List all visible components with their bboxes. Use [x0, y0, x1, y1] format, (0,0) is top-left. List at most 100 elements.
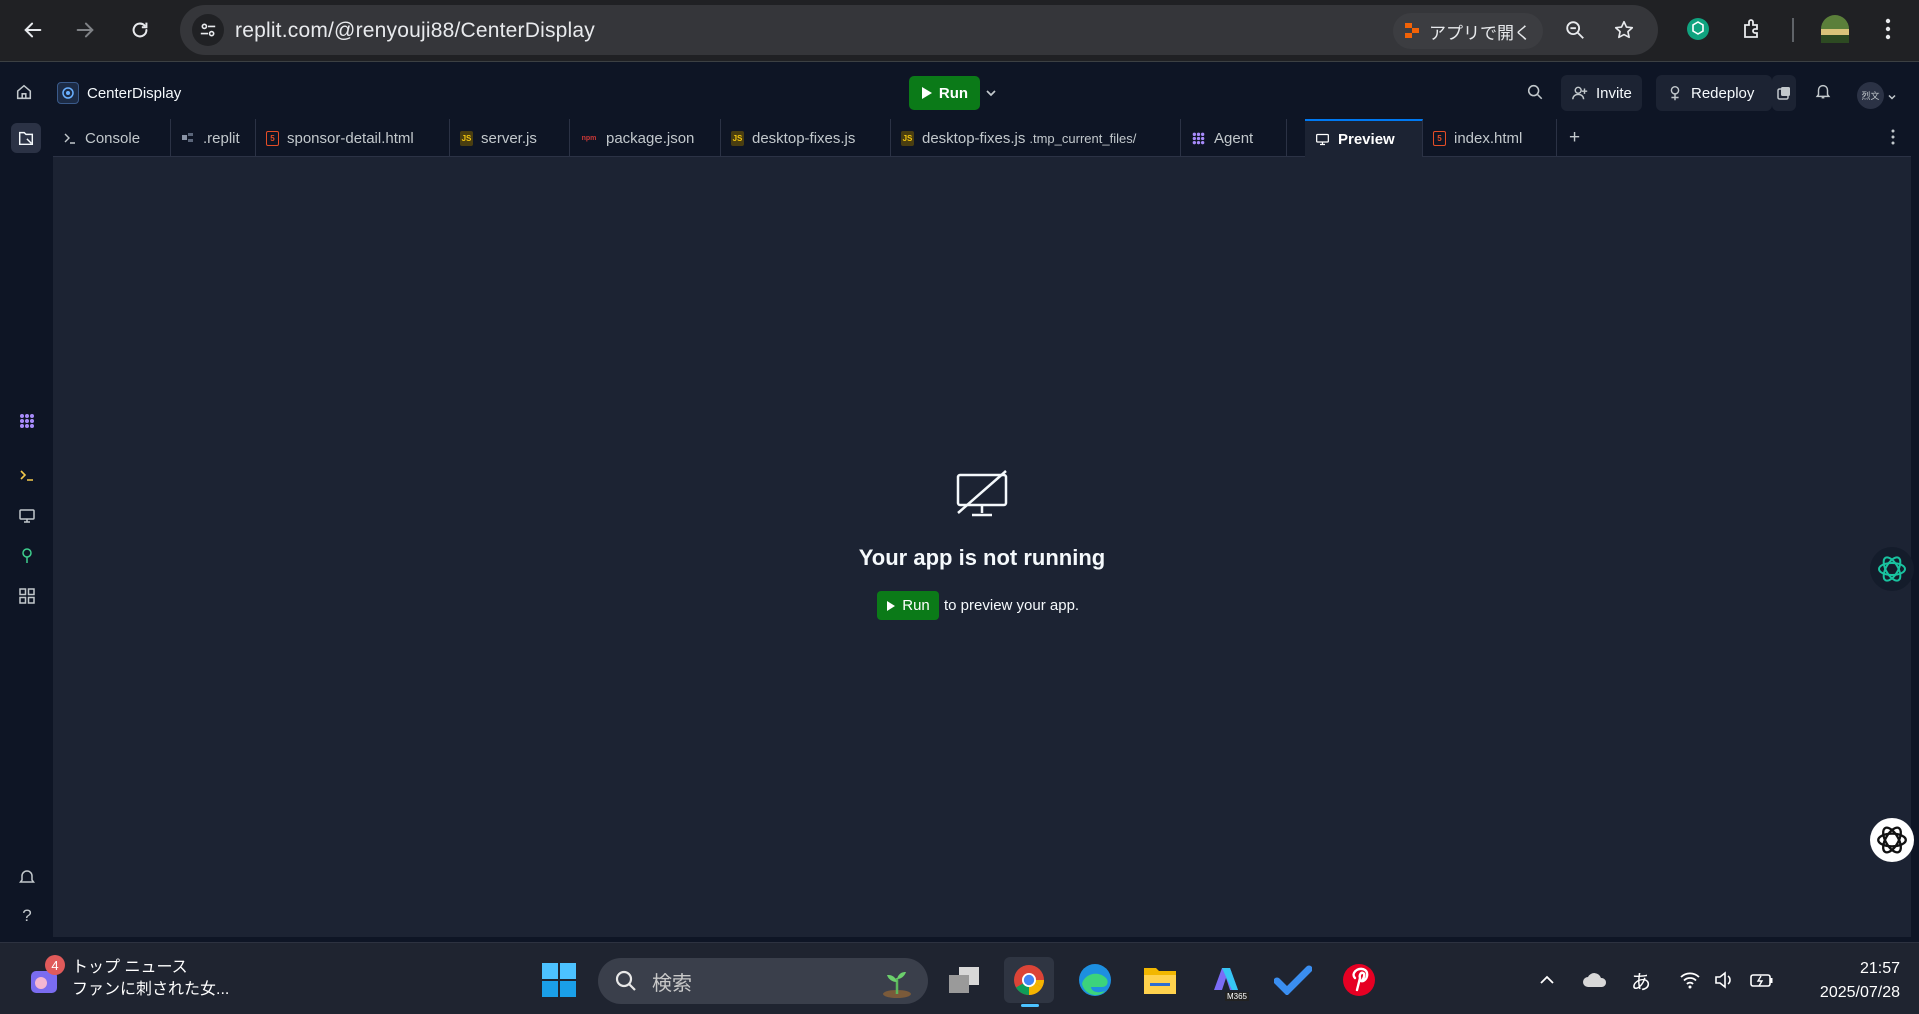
home-button[interactable] — [15, 83, 33, 106]
new-tab-button[interactable]: + — [1569, 127, 1580, 149]
run-button[interactable]: Run — [909, 76, 980, 110]
tab-sponsor-detail[interactable]: 5 sponsor-detail.html — [256, 119, 450, 157]
onedrive-button[interactable] — [1580, 965, 1610, 995]
agent-icon — [20, 414, 34, 428]
replit-logo-icon — [1405, 23, 1419, 38]
account-menu-button[interactable] — [1887, 89, 1897, 107]
browser-toolbar: replit.com/@renyouji88/CenterDisplay アプリ… — [0, 0, 1919, 62]
site-info-button[interactable] — [192, 14, 224, 46]
url-text[interactable]: replit.com/@renyouji88/CenterDisplay — [235, 19, 595, 43]
extensions-button[interactable] — [1738, 14, 1768, 44]
tab-label: desktop-fixes.js — [922, 129, 1026, 147]
deploy-icon — [22, 548, 32, 563]
redeploy-button[interactable]: Redeploy — [1656, 75, 1772, 111]
show-hidden-icons-button[interactable] — [1535, 965, 1559, 995]
browser-menu-button[interactable] — [1873, 14, 1903, 44]
address-bar[interactable]: replit.com/@renyouji88/CenterDisplay アプリ… — [180, 5, 1658, 55]
chatgpt-floating-button[interactable] — [1870, 547, 1914, 591]
project-icon — [57, 82, 79, 104]
tab-preview[interactable]: Preview — [1305, 119, 1423, 157]
workspace-header: CenterDisplay Run Invite Redeploy 烈文 — [0, 62, 1919, 119]
news-title: トップ ニュース — [72, 959, 188, 976]
tab-label: index.html — [1454, 129, 1523, 147]
tab-console[interactable]: Console — [53, 119, 171, 157]
zoom-button[interactable] — [1561, 16, 1589, 44]
tab-label: desktop-fixes.js — [752, 129, 856, 147]
chatgpt-logo-icon — [1878, 556, 1906, 582]
task-view-button[interactable] — [939, 957, 989, 1003]
preview-tool-button[interactable] — [14, 503, 40, 529]
tab-agent[interactable]: Agent — [1181, 119, 1287, 157]
tab-options-button[interactable] — [1891, 129, 1895, 150]
html-file-icon: 5 — [1433, 130, 1446, 146]
puzzle-icon — [1744, 19, 1758, 38]
reload-button[interactable] — [119, 12, 161, 48]
redeploy-label: Redeploy — [1691, 84, 1755, 102]
news-widget[interactable]: 4 トップ ニュース ファンに刺された女... — [28, 955, 230, 1001]
preview-run-button[interactable]: Run — [877, 591, 939, 620]
open-in-app-label: アプリで開く — [1429, 23, 1531, 43]
bell-alert-icon — [19, 870, 35, 883]
tab-server-js[interactable]: JS server.js — [450, 119, 570, 157]
help-button[interactable]: ? — [14, 903, 40, 929]
all-tools-button[interactable] — [14, 583, 40, 609]
ime-mode-button[interactable]: あ — [1628, 965, 1654, 995]
console-icon — [20, 470, 33, 481]
run-label: Run — [938, 84, 969, 102]
clock-date: 2025/07/28 — [1819, 984, 1900, 1001]
project-switcher[interactable]: CenterDisplay — [57, 82, 181, 104]
invite-button[interactable]: Invite — [1561, 75, 1642, 111]
bookmark-button[interactable] — [1610, 16, 1638, 44]
pinterest-button[interactable] — [1334, 957, 1384, 1003]
folder-icon — [1144, 968, 1176, 994]
news-headline: ファンに刺された女... — [72, 981, 230, 998]
chrome-taskbar-button[interactable] — [1004, 957, 1054, 1007]
file-explorer-button[interactable] — [1135, 957, 1185, 1003]
network-button[interactable] — [1677, 965, 1703, 995]
deployments-tool-button[interactable] — [14, 543, 40, 569]
start-button[interactable] — [534, 957, 584, 1003]
taskbar-search[interactable]: 検索 — [598, 958, 928, 1004]
run-options-button[interactable] — [984, 86, 998, 105]
chatgpt-extension-button[interactable] — [1683, 14, 1713, 44]
tab-label: .replit — [203, 129, 240, 147]
agent-tool-button[interactable] — [14, 408, 40, 434]
todo-app-button[interactable] — [1268, 957, 1318, 1003]
tab-replit-config[interactable]: .replit — [171, 119, 256, 157]
search-button[interactable] — [1526, 83, 1544, 106]
open-in-app-button[interactable]: アプリで開く — [1393, 13, 1543, 49]
agent-icon — [1192, 132, 1205, 144]
taskbar-clock[interactable]: 21:57 2025/07/28 — [1790, 957, 1900, 1005]
console-tool-button[interactable] — [14, 462, 40, 488]
play-icon — [921, 87, 932, 99]
project-name: CenterDisplay — [87, 84, 182, 102]
battery-button[interactable] — [1748, 965, 1776, 995]
forward-button[interactable] — [64, 12, 106, 48]
tab-desktop-fixes-tmp[interactable]: JS desktop-fixes.js .tmp_current_files/ — [891, 119, 1181, 157]
tab-package-json[interactable]: npm package.json — [570, 119, 721, 157]
files-tool-button[interactable] — [11, 123, 41, 153]
volume-button[interactable] — [1712, 965, 1738, 995]
chevron-up-icon — [1540, 975, 1554, 984]
profile-avatar-button[interactable] — [1820, 14, 1850, 44]
edge-logo-icon — [1079, 964, 1111, 996]
tab-label: Console — [85, 129, 141, 147]
user-avatar[interactable]: 烈文 — [1857, 82, 1884, 109]
bell-icon — [1815, 84, 1831, 99]
speaker-icon — [1715, 971, 1731, 989]
battery-charging-icon — [1750, 974, 1773, 987]
checkmark-icon — [1274, 965, 1312, 995]
redeploy-status-button[interactable] — [1772, 75, 1796, 111]
tab-index-html[interactable]: 5 index.html — [1423, 119, 1557, 157]
task-view-icon — [949, 967, 979, 993]
notifications-button[interactable] — [1814, 82, 1832, 105]
openai-floating-button[interactable] — [1870, 818, 1914, 862]
back-button[interactable] — [12, 12, 54, 48]
alerts-rail-button[interactable] — [14, 864, 40, 890]
pinterest-logo-icon — [1343, 964, 1375, 996]
edge-taskbar-button[interactable] — [1070, 957, 1120, 1003]
star-icon — [1614, 20, 1634, 39]
m365-copilot-button[interactable]: M365 — [1201, 957, 1251, 1003]
wifi-icon — [1680, 972, 1700, 989]
tab-desktop-fixes[interactable]: JS desktop-fixes.js — [721, 119, 891, 157]
